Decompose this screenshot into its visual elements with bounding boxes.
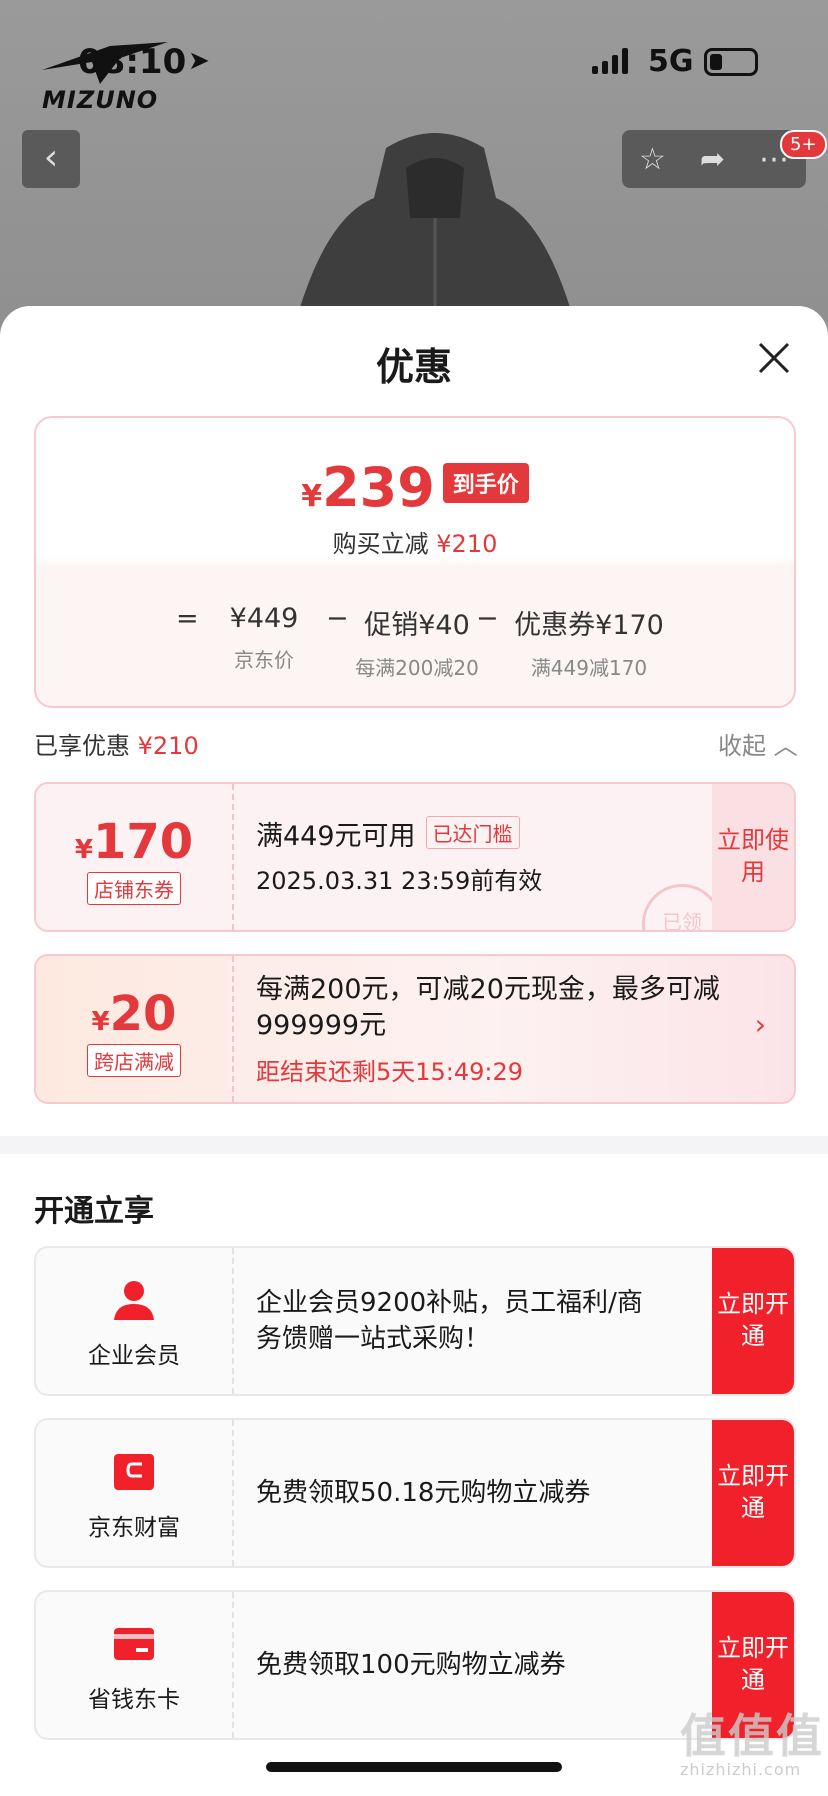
discount-condition: 每满200元，可减20元现金，最多可减999999元 [256,974,720,1041]
membership-label: 京东财富 [88,1515,180,1541]
price-breakdown: = ¥449 京东价 − 促销¥40 每满200减20 − 优惠券¥170 满4… [36,603,794,683]
promo-label: 每满200减20 [355,656,479,680]
coupon-type-label: 店铺东券 [87,872,181,905]
card-icon [114,1628,154,1660]
collapse-label: 收起 [718,732,766,760]
header-actions: ☆ ➦ ⋯ [622,130,806,188]
coupon-validity: 2025.03.31 23:59前有效 [256,867,543,895]
final-price-currency: ¥ [301,479,323,514]
reduction-value: ¥210 [436,530,498,558]
minus-sign: − [326,603,349,634]
enjoyed-label: 已享优惠 [34,732,130,760]
watermark-logo: 值值值 [680,1709,824,1763]
chevron-up-icon: ︿ [773,732,798,760]
discount-amount: 20 [109,986,177,1042]
share-icon[interactable]: ➦ [700,142,725,177]
product-jacket-image [294,133,576,328]
membership-description: 免费领取50.18元购物立减券 [256,1478,591,1508]
membership-section-title: 开通立享 [34,1194,154,1229]
close-icon[interactable] [756,340,792,376]
jd-price-value: ¥449 [229,603,299,634]
collapse-toggle[interactable]: 收起 ︿ [718,726,798,761]
coupon-amount-panel: ¥170 店铺东券 [36,784,234,930]
home-indicator[interactable] [266,1762,562,1772]
enjoyed-value: ¥210 [137,732,199,760]
discount-currency: ¥ [91,1007,110,1037]
reduction-label: 购买立减 [332,530,429,558]
brand-logo: MIZUNO [40,40,170,114]
discount-type-label: 跨店满减 [87,1044,181,1077]
discount-countdown: 距结束还剩5天15:49:29 [256,1058,524,1086]
threshold-reached-tag: 已达门槛 [425,816,520,849]
discount-details: 每满200元，可减20元现金，最多可减999999元 距结束还剩5天15:49:… [256,972,756,1087]
store-coupon-card[interactable]: ¥170 店铺东券 满449元可用 已达门槛 2025.03.31 23:59前有… [34,782,796,932]
price-summary: ¥239 到手价 购买立减 ¥210 = ¥449 京东价 − 促销¥40 每满2… [34,416,796,708]
membership-description: 企业会员9200补贴，员工福利/商务馈赠一站式采购！ [256,1288,643,1354]
back-button[interactable]: ‹ [22,130,80,188]
location-arrow-icon: ➤ [188,46,210,76]
jd-price-label: 京东价 [234,648,294,672]
promo-value: 促销¥40 [364,610,470,641]
membership-description: 免费领取100元购物立减券 [256,1650,566,1680]
sheet-title: 优惠 [375,345,452,389]
membership-icon-panel: 省钱东卡 [36,1592,234,1738]
jd-price: ¥449 京东价 [214,603,314,673]
favorite-star-icon[interactable]: ☆ [639,142,666,177]
brand-logo-text: MIZUNO [42,86,159,114]
discount-amount-panel: ¥20 跨店满减 [36,956,234,1102]
coupon-discount-value: 优惠券¥170 [514,610,664,641]
cross-store-discount-card[interactable]: ¥20 跨店满减 每满200元，可减20元现金，最多可减999999元 距结束还… [34,954,796,1104]
final-price-tag: 到手价 [442,463,529,503]
use-now-button[interactable]: 立即使用 [712,784,794,930]
coupon-discount-label: 满449减170 [530,656,648,680]
battery-icon [704,48,758,76]
message-badge: 5+ [780,130,827,159]
membership-icon-panel: 京东财富 [36,1420,234,1566]
coupon-details: 满449元可用 已达门槛 2025.03.31 23:59前有效 [256,814,676,896]
final-price-amount: 239 [322,456,435,519]
wallet-icon [114,1454,154,1490]
instant-reduction: 购买立减 ¥210 [36,524,794,559]
membership-card-jd-wealth[interactable]: 京东财富 免费领取50.18元购物立减券 立即开通 [34,1418,796,1568]
person-icon [114,1281,154,1320]
chevron-right-icon: › [754,1008,766,1041]
open-now-button[interactable]: 立即开通 [712,1248,794,1394]
mizuno-runbird-icon [42,42,168,84]
watermark-url: zhizhizhi.com [680,1760,802,1779]
section-divider [0,1136,828,1154]
membership-label: 省钱东卡 [88,1687,180,1713]
discount-sheet: 优惠 ¥239 到手价 购买立减 ¥210 = ¥449 京东价 − 促销¥40 … [0,306,828,1796]
final-price: ¥239 到手价 [36,456,794,519]
membership-label: 企业会员 [88,1343,180,1369]
promo: 促销¥40 每满200减20 [352,603,482,681]
coupon-condition: 满449元可用 [256,821,416,852]
membership-card-enterprise[interactable]: 企业会员 企业会员9200补贴，员工福利/商务馈赠一站式采购！ 立即开通 [34,1246,796,1396]
cellular-signal-icon [592,48,628,74]
coupon-currency: ¥ [74,835,93,865]
membership-icon-panel: 企业会员 [36,1248,234,1394]
equals-sign: = [176,603,199,634]
network-type: 5G [648,44,694,79]
minus-sign: − [476,603,499,634]
coupon-amount: 170 [92,814,194,870]
open-now-button[interactable]: 立即开通 [712,1420,794,1566]
coupon-discount: 优惠券¥170 满449减170 [504,603,674,681]
enjoyed-discount: 已享优惠 ¥210 [34,726,199,761]
